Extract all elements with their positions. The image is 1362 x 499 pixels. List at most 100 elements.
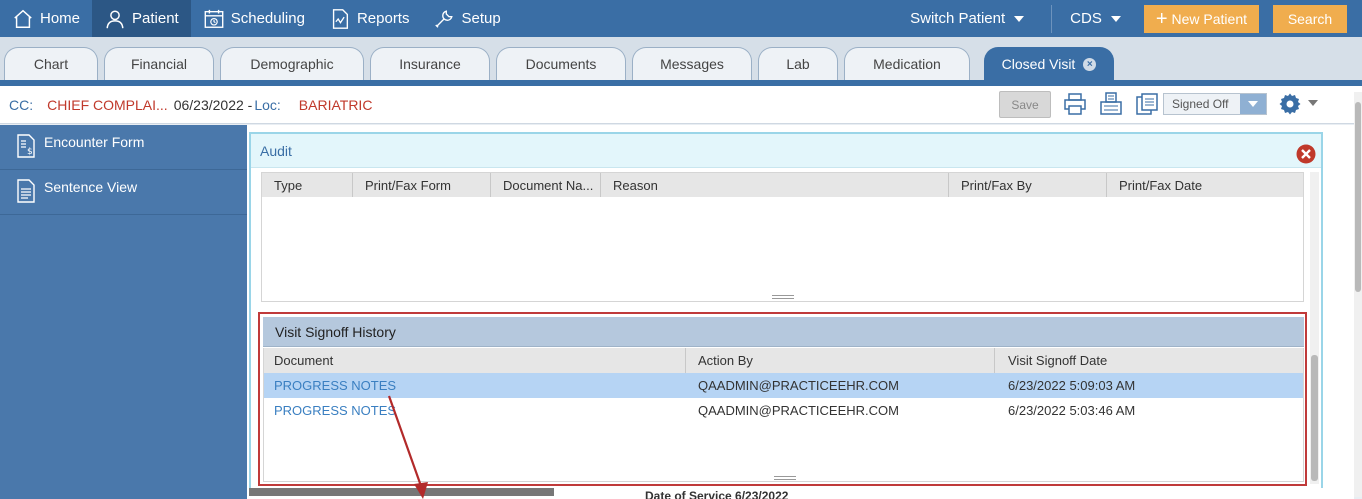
close-icon[interactable]: [1296, 144, 1316, 164]
column-header-document[interactable]: Document: [264, 348, 686, 373]
tab-label: Closed Visit: [1001, 56, 1076, 72]
location-value: BARIATRIC: [298, 96, 373, 113]
cds-dropdown[interactable]: CDS: [1060, 10, 1144, 27]
sidebar-item-sentence-view[interactable]: Sentence View: [0, 170, 247, 215]
close-tab-icon[interactable]: ×: [1083, 57, 1097, 71]
column-header-document-name[interactable]: Document Na...: [491, 173, 601, 197]
document-icon: [17, 179, 35, 203]
column-header-reason[interactable]: Reason: [601, 173, 949, 197]
nav-setup[interactable]: Setup: [421, 0, 512, 37]
tab-bar: Chart Financial Demographic Insurance Do…: [0, 37, 1362, 80]
search-button[interactable]: Search: [1273, 4, 1347, 33]
tab-label: Chart: [33, 56, 69, 72]
fax-icon[interactable]: [1099, 92, 1123, 116]
document-link[interactable]: PROGRESS NOTES: [264, 398, 686, 423]
column-header-visit-signoff-date[interactable]: Visit Signoff Date: [995, 348, 1303, 373]
tab-demographic[interactable]: Demographic: [220, 47, 364, 80]
nav-reports[interactable]: Reports: [317, 0, 422, 37]
tab-insurance[interactable]: Insurance: [370, 47, 490, 80]
tab-label: Lab: [786, 56, 810, 72]
cc-label: CC:: [9, 96, 34, 113]
nav-right-group: Switch Patient CDS + New Patient Search: [910, 0, 1362, 37]
vertical-scrollbar[interactable]: [1354, 92, 1362, 497]
tab-messages[interactable]: Messages: [632, 47, 752, 80]
column-header-print-fax-form[interactable]: Print/Fax Form: [353, 173, 491, 197]
horizontal-scrollbar[interactable]: [249, 488, 554, 496]
sidebar-item-encounter-form[interactable]: $ Encounter Form: [0, 125, 247, 170]
resize-grip[interactable]: [774, 476, 796, 480]
signed-off-label: Signed Off: [1172, 97, 1229, 111]
signed-off-dropdown[interactable]: Signed Off: [1163, 93, 1267, 115]
loc-label: Loc:: [254, 96, 281, 113]
tab-label: Medication: [873, 56, 941, 72]
nav-scheduling-label: Scheduling: [230, 10, 305, 27]
tab-label: Documents: [525, 56, 597, 72]
reports-icon: [332, 8, 348, 29]
save-button[interactable]: Save: [999, 91, 1051, 118]
cds-label: CDS: [1070, 10, 1102, 27]
dialog-title: Audit: [251, 134, 1321, 168]
sidebar-item-label: Sentence View: [44, 179, 138, 195]
nav-separator: [1051, 4, 1053, 33]
scrollbar-thumb[interactable]: [1355, 102, 1361, 292]
audit-dialog: Audit Type Print/Fax Form Document Na...…: [249, 132, 1323, 488]
sidebar: $ Encounter Form Sentence View: [0, 125, 247, 499]
switch-patient-label: Switch Patient: [910, 10, 1006, 27]
patient-icon: [106, 9, 124, 28]
tab-label: Financial: [130, 56, 188, 72]
caret-down-icon: [1110, 15, 1121, 22]
tab-closed-visit[interactable]: Closed Visit ×: [984, 47, 1114, 80]
tab-lab[interactable]: Lab: [758, 47, 838, 80]
nav-scheduling[interactable]: Scheduling: [191, 0, 317, 37]
resize-grip[interactable]: [772, 295, 794, 299]
new-patient-label: New Patient: [1171, 10, 1247, 27]
scrollbar-thumb[interactable]: [1311, 355, 1318, 481]
nav-setup-label: Setup: [461, 10, 501, 27]
tab-medication[interactable]: Medication: [844, 47, 970, 80]
signoff-grid-header: Document Action By Visit Signoff Date: [264, 348, 1303, 373]
gear-caret-icon[interactable]: [1308, 100, 1318, 106]
table-row[interactable]: PROGRESS NOTES QAADMIN@PRACTICEEHR.COM 6…: [264, 398, 1303, 423]
top-navigation: Home Patient Scheduling Reports Setup Sw…: [0, 0, 1362, 37]
home-icon: [14, 9, 32, 28]
chevron-down-icon: [1240, 94, 1266, 114]
chief-complaint-value[interactable]: CHIEF COMPLAI...: [47, 97, 168, 113]
nav-home[interactable]: Home: [0, 0, 92, 37]
table-row[interactable]: PROGRESS NOTES QAADMIN@PRACTICEEHR.COM 6…: [264, 373, 1303, 398]
column-header-print-fax-date[interactable]: Print/Fax Date: [1107, 173, 1303, 197]
column-header-type[interactable]: Type: [262, 173, 353, 197]
calendar-icon: [204, 9, 224, 28]
new-patient-button[interactable]: + New Patient: [1143, 4, 1259, 33]
visit-date: 06/23/2022 -: [173, 96, 253, 113]
switch-patient-dropdown[interactable]: Switch Patient: [910, 10, 1043, 27]
caret-down-icon: [1014, 15, 1025, 22]
audit-grid: Type Print/Fax Form Document Na... Reaso…: [261, 172, 1304, 302]
column-header-action-by[interactable]: Action By: [686, 348, 995, 373]
nav-home-label: Home: [40, 10, 81, 27]
encounter-form-icon: $: [17, 134, 35, 158]
panel-title: Visit Signoff History: [263, 317, 1304, 347]
date-of-service-text: Date of Service 6/23/2022: [645, 489, 789, 499]
visit-signoff-history-panel: Visit Signoff History Document Action By…: [258, 312, 1307, 486]
document-link[interactable]: PROGRESS NOTES: [264, 373, 686, 398]
print-icon[interactable]: [1063, 92, 1087, 116]
column-header-print-fax-by[interactable]: Print/Fax By: [949, 173, 1107, 197]
nav-patient-label: Patient: [132, 10, 179, 27]
svg-text:$: $: [27, 147, 33, 157]
tab-financial[interactable]: Financial: [104, 47, 214, 80]
tab-label: Demographic: [250, 56, 334, 72]
tab-chart[interactable]: Chart: [4, 47, 98, 80]
gear-icon[interactable]: [1278, 92, 1302, 116]
signoff-date-cell: 6/23/2022 5:03:46 AM: [1008, 403, 1136, 418]
encounter-header: CC: CHIEF COMPLAI... 06/23/2022 - Loc: B…: [0, 86, 1362, 124]
audit-grid-header: Type Print/Fax Form Document Na... Reaso…: [262, 173, 1303, 197]
nav-reports-label: Reports: [356, 10, 410, 27]
nav-patient[interactable]: Patient: [92, 0, 191, 37]
tab-documents[interactable]: Documents: [496, 47, 626, 80]
signoff-date-cell: 6/23/2022 5:09:03 AM: [1008, 378, 1136, 393]
print-multiple-icon[interactable]: [1135, 92, 1159, 116]
dialog-scrollbar[interactable]: [1310, 172, 1319, 484]
sidebar-item-label: Encounter Form: [44, 134, 145, 150]
plus-icon: +: [1155, 7, 1168, 30]
action-by-cell: QAADMIN@PRACTICEEHR.COM: [698, 378, 899, 393]
